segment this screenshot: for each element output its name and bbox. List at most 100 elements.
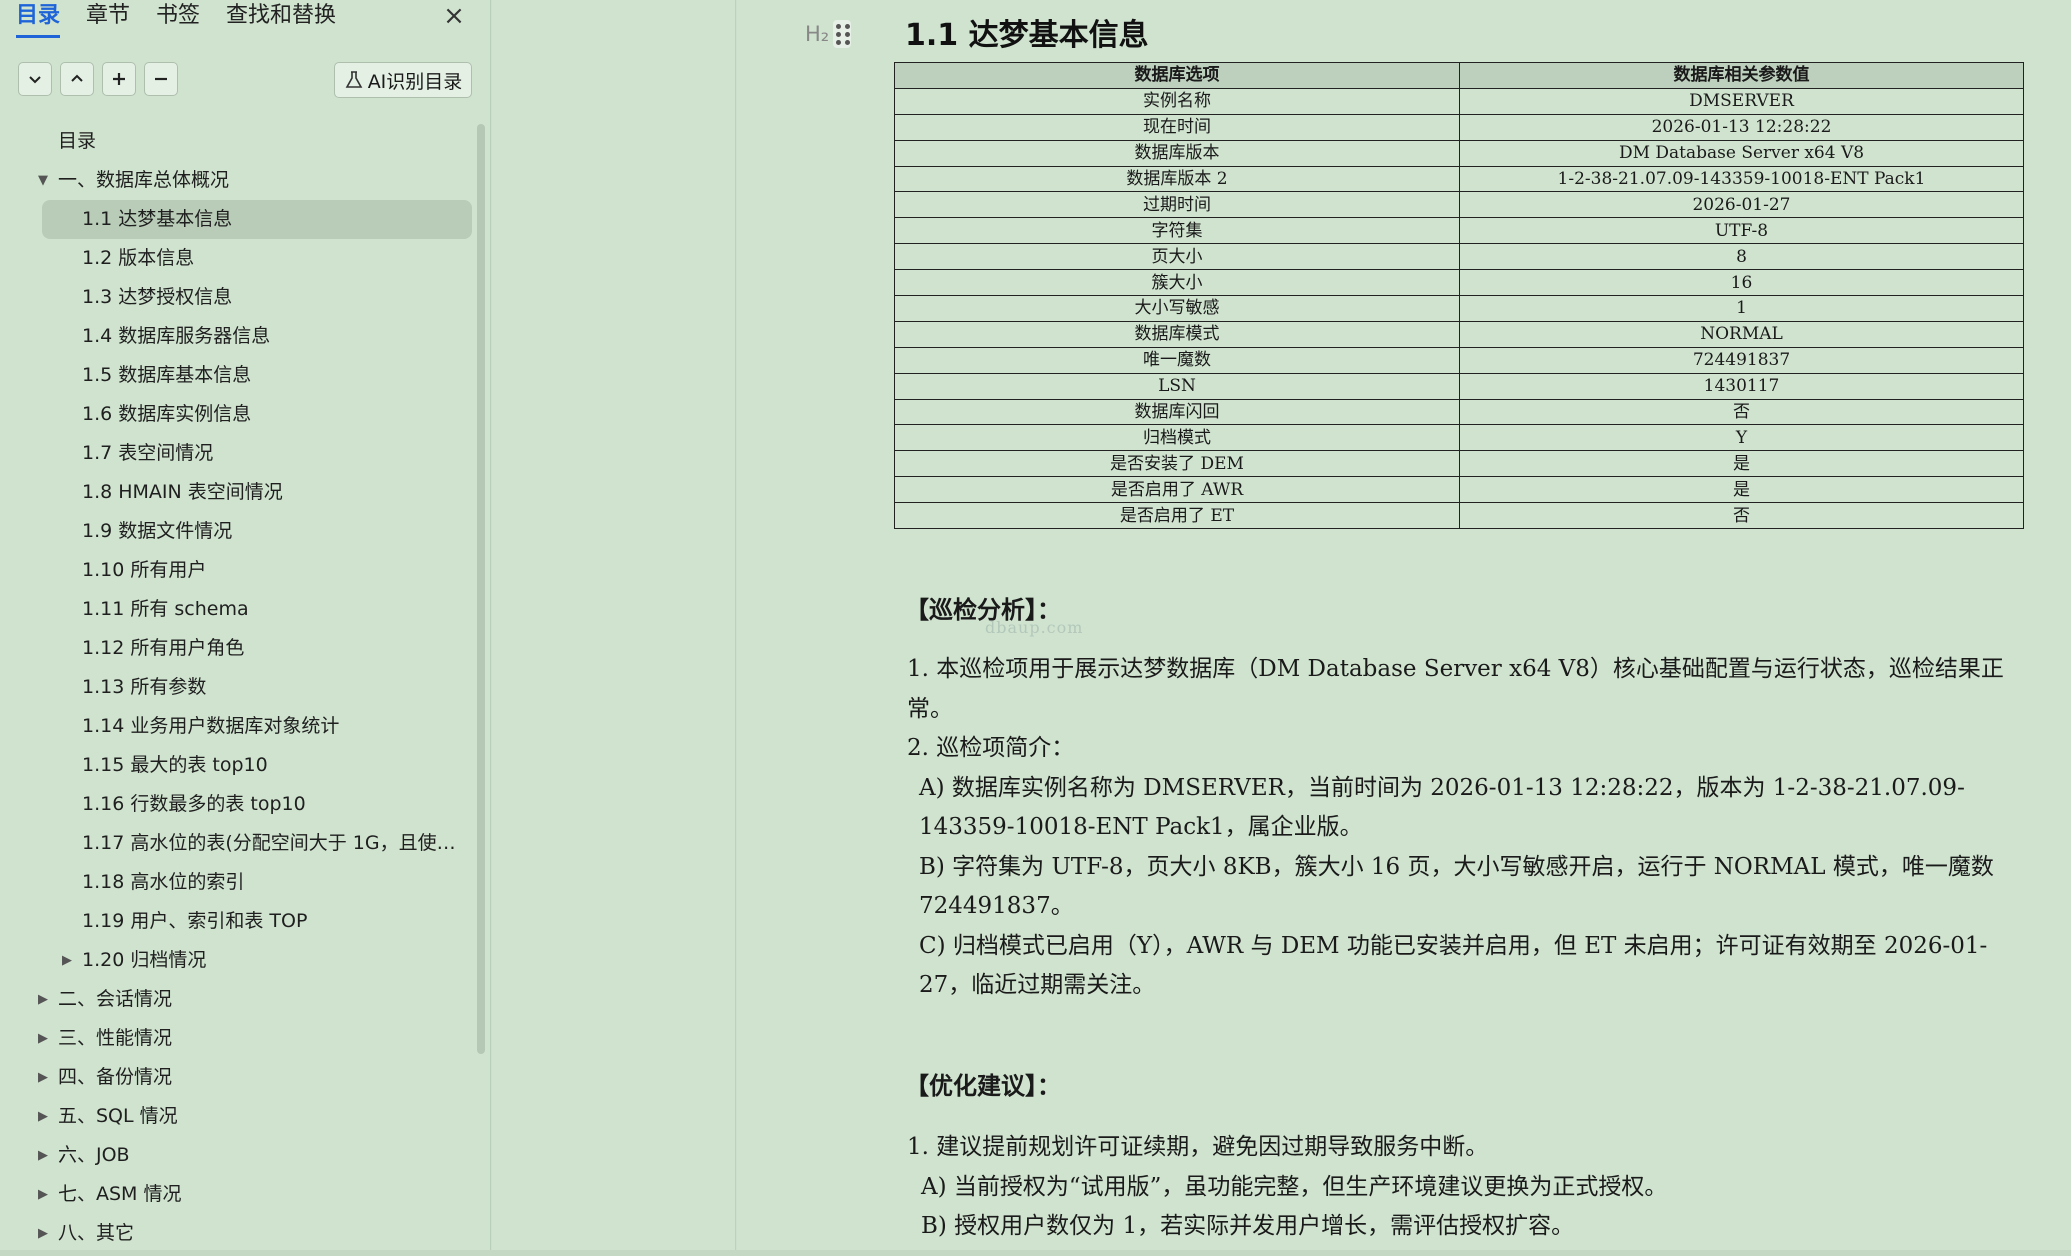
- toc-item[interactable]: 目录: [0, 122, 478, 161]
- option-name-cell: 大小写敏感: [894, 295, 1460, 322]
- option-value-cell: 16: [1459, 269, 2024, 297]
- option-value-cell: DMSERVER: [1459, 87, 2024, 115]
- remove-heading-button[interactable]: [144, 62, 178, 96]
- collapse-all-button[interactable]: [18, 62, 52, 96]
- paragraph: 2. 巡检项简介：: [907, 735, 1075, 761]
- option-name-cell: 数据库模式: [894, 320, 1460, 348]
- toc-item-label: 目录: [58, 130, 97, 152]
- tab-chapters[interactable]: 章节: [86, 0, 130, 32]
- toc-item[interactable]: ▶ 八、其它: [0, 1214, 478, 1253]
- toc-item[interactable]: 1.18 高水位的索引: [0, 863, 470, 902]
- paragraph: B) 授权用户数仅为 1，若实际并发用户增长，需评估授权扩容。: [921, 1213, 1575, 1239]
- option-value-cell: 1430117: [1459, 372, 2024, 400]
- option-value-cell: 724491837: [1459, 346, 2024, 374]
- toc-item[interactable]: ▶ 七、ASM 情况: [0, 1175, 478, 1214]
- toc-item-label: 1.16 行数最多的表 top10: [82, 793, 306, 815]
- toc-item[interactable]: 1.4 数据库服务器信息: [0, 317, 470, 356]
- bottom-scrollbar[interactable]: [0, 1250, 2071, 1256]
- table-header-row: 数据库选项 数据库相关参数值: [894, 62, 2024, 89]
- collapsed-arrow-icon[interactable]: ▶: [36, 1019, 50, 1058]
- toc-item[interactable]: ▶ 三、性能情况: [0, 1019, 478, 1058]
- toc-item[interactable]: 1.12 所有用户角色: [0, 629, 470, 668]
- option-value-cell: UTF-8: [1459, 217, 2024, 245]
- drag-handle-icon[interactable]: [833, 20, 852, 48]
- toc-item[interactable]: ▶ 六、JOB: [0, 1136, 478, 1175]
- toc-item[interactable]: 1.2 版本信息: [0, 239, 470, 278]
- toc-item[interactable]: 1.15 最大的表 top10: [0, 746, 470, 785]
- toc-item-label: 1.14 业务用户数据库对象统计: [82, 715, 340, 737]
- option-value-cell: 1: [1459, 295, 2024, 322]
- table-header-cell: 数据库选项: [894, 62, 1460, 89]
- toc-item[interactable]: 1.6 数据库实例信息: [0, 395, 470, 434]
- tab-bookmarks[interactable]: 书签: [156, 0, 200, 32]
- toc-scrollbar[interactable]: [477, 124, 485, 1054]
- toc-item[interactable]: 1.5 数据库基本信息: [0, 356, 470, 395]
- toc-item-label: 1.8 HMAIN 表空间情况: [82, 481, 283, 503]
- collapsed-arrow-icon[interactable]: ▶: [60, 941, 74, 980]
- collapsed-arrow-icon[interactable]: ▶: [36, 1058, 50, 1097]
- toc-item[interactable]: ▶ 五、SQL 情况: [0, 1097, 478, 1136]
- option-name-cell: 页大小: [894, 243, 1460, 271]
- close-icon[interactable]: ×: [440, 2, 468, 30]
- toc-item[interactable]: ▶ 四、备份情况: [0, 1058, 478, 1097]
- option-name-cell: 是否启用了 ET: [894, 502, 1460, 530]
- table-row: LSN 1430117: [894, 372, 2024, 400]
- table-row: 是否启用了 AWR 是: [894, 476, 2024, 504]
- toc-item-label: 1.18 高水位的索引: [82, 871, 245, 893]
- toc-item-label: 四、备份情况: [58, 1066, 173, 1088]
- toc-item-label: 1.9 数据文件情况: [82, 520, 233, 542]
- collapsed-arrow-icon[interactable]: ▶: [36, 980, 50, 1019]
- toc-item[interactable]: 1.16 行数最多的表 top10: [0, 785, 470, 824]
- toc-item[interactable]: 1.19 用户、索引和表 TOP: [0, 902, 470, 941]
- tab-toc[interactable]: 目录: [16, 0, 61, 38]
- ai-button-label: AI识别目录: [367, 70, 463, 93]
- toc-item[interactable]: 1.9 数据文件情况: [0, 512, 470, 551]
- option-value-cell: 2026-01-27: [1459, 191, 2024, 219]
- toc-item[interactable]: 1.3 达梦授权信息: [0, 278, 470, 317]
- toc-list: 目录 ▼ 一、数据库总体概况 1.1 达梦基本信息 1.2 版本信息 1.3 达梦授权信息…: [0, 122, 478, 1253]
- watermark-text: dbaup.com: [985, 618, 1084, 637]
- collapsed-arrow-icon[interactable]: ▶: [36, 1175, 50, 1214]
- table-row: 实例名称 DMSERVER: [894, 87, 2024, 115]
- option-name-cell: 字符集: [894, 217, 1460, 245]
- toc-item[interactable]: ▶ 二、会话情况: [0, 980, 478, 1019]
- table-row: 簇大小 16: [894, 269, 2024, 297]
- toc-item[interactable]: 1.7 表空间情况: [0, 434, 470, 473]
- toc-item[interactable]: 1.11 所有 schema: [0, 590, 470, 629]
- toc-toolbar: [18, 62, 186, 96]
- toc-item[interactable]: ▶ 1.20 归档情况: [0, 941, 470, 980]
- toc-item-label: 1.10 所有用户: [82, 559, 207, 581]
- table-body: 实例名称 DMSERVER 现在时间 2026-01-13 12:28:22 数据库版本…: [894, 87, 2024, 530]
- table-row: 页大小 8: [894, 243, 2024, 271]
- toc-item[interactable]: 1.1 达梦基本信息: [42, 200, 472, 239]
- collapsed-arrow-icon[interactable]: ▶: [36, 1136, 50, 1175]
- toc-item[interactable]: ▼ 一、数据库总体概况: [0, 161, 478, 200]
- suggestion-heading: 【优化建议】：: [905, 1071, 1061, 1100]
- option-name-cell: LSN: [894, 372, 1460, 400]
- toc-item[interactable]: 1.17 高水位的表(分配空间大于 1G，且使用...: [0, 824, 470, 863]
- option-name-cell: 实例名称: [894, 87, 1460, 115]
- paragraph: A) 数据库实例名称为 DMSERVER，当前时间为 2026-01-13 12…: [919, 774, 1965, 841]
- toc-item-label: 1.7 表空间情况: [82, 442, 214, 464]
- expand-all-button[interactable]: [60, 62, 94, 96]
- toc-item-label: 二、会话情况: [58, 988, 173, 1010]
- heading-level-marker[interactable]: H₂: [805, 20, 852, 48]
- section-title: 1.1 达梦基本信息: [905, 18, 1149, 53]
- expanded-arrow-icon[interactable]: ▼: [36, 161, 50, 200]
- option-name-cell: 数据库版本: [894, 139, 1460, 167]
- option-value-cell: 8: [1459, 243, 2024, 271]
- option-name-cell: 过期时间: [894, 191, 1460, 219]
- add-heading-button[interactable]: [102, 62, 136, 96]
- toc-item[interactable]: 1.10 所有用户: [0, 551, 470, 590]
- toc-item-label: 七、ASM 情况: [58, 1183, 182, 1205]
- tab-find-replace[interactable]: 查找和替换: [226, 0, 336, 32]
- toc-item-label: 一、数据库总体概况: [58, 169, 230, 191]
- collapsed-arrow-icon[interactable]: ▶: [36, 1214, 50, 1253]
- toc-item[interactable]: 1.14 业务用户数据库对象统计: [0, 707, 470, 746]
- collapsed-arrow-icon[interactable]: ▶: [36, 1097, 50, 1136]
- ai-recognize-toc-button[interactable]: AI识别目录: [334, 62, 472, 98]
- option-name-cell: 归档模式: [894, 424, 1460, 452]
- toc-item[interactable]: 1.13 所有参数: [0, 668, 470, 707]
- toc-item[interactable]: 1.8 HMAIN 表空间情况: [0, 473, 470, 512]
- sidebar-tabs: 目录 章节 书签 查找和替换: [16, 0, 362, 38]
